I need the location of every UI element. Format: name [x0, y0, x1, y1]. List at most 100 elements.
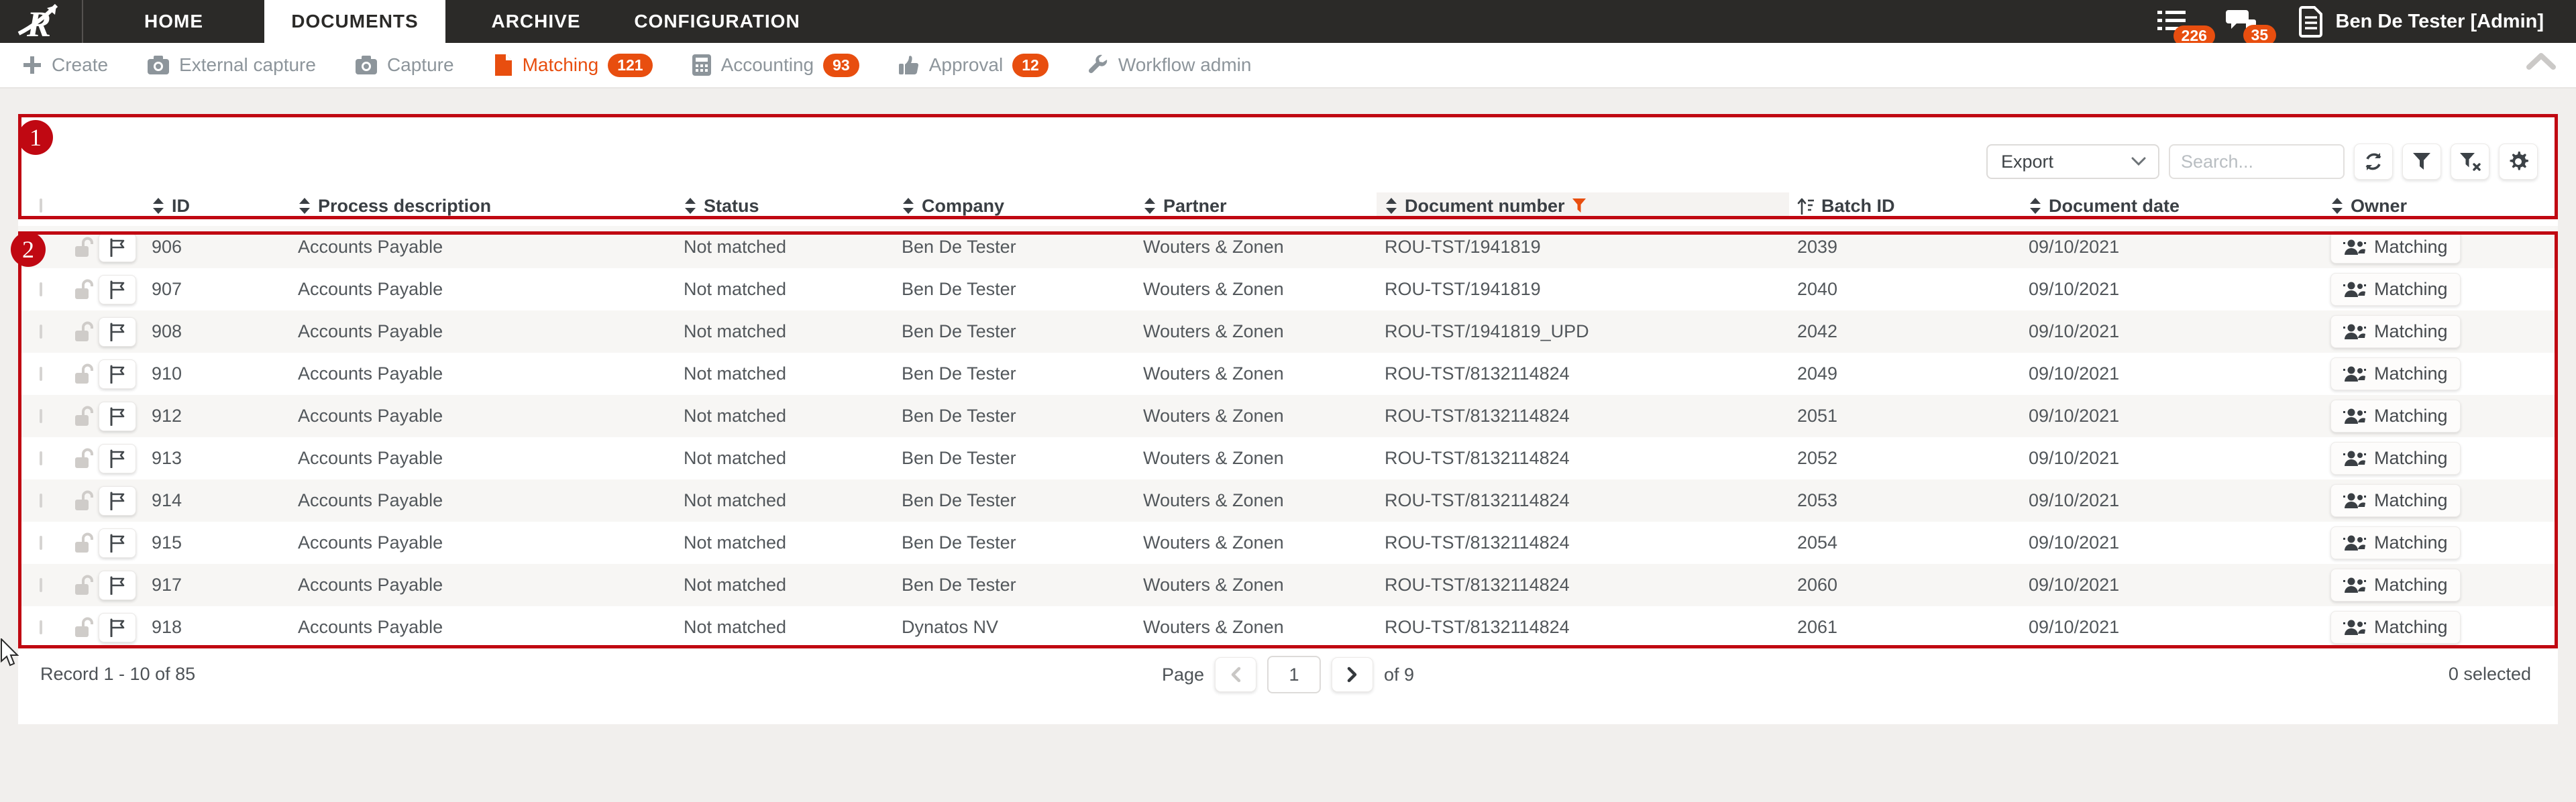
refresh-button[interactable]	[2354, 144, 2393, 180]
flag-button[interactable]	[99, 443, 136, 473]
cell-document-date: 09/10/2021	[2029, 617, 2120, 637]
nav-tab-configuration[interactable]: CONFIGURATION	[627, 0, 808, 43]
table-row[interactable]: 907 Accounts Payable Not matched Ben De Tes…	[18, 268, 2558, 310]
page-number-input[interactable]	[1267, 656, 1322, 693]
row-checkbox[interactable]	[40, 282, 42, 296]
external-capture-button[interactable]: External capture	[147, 54, 316, 76]
column-header-id[interactable]: ID	[144, 192, 290, 219]
flag-button[interactable]	[99, 485, 136, 516]
accounting-button[interactable]: Accounting 93	[692, 53, 859, 77]
flag-button[interactable]	[99, 359, 136, 389]
export-select[interactable]: Export	[1986, 144, 2159, 179]
wrench-icon	[1088, 54, 1107, 74]
row-checkbox[interactable]	[40, 577, 42, 592]
select-all-checkbox[interactable]	[40, 198, 42, 213]
tutorial-step-1-badge: 1	[18, 120, 53, 155]
table-row[interactable]: 910 Accounts Payable Not matched Ben De Tes…	[18, 353, 2558, 395]
flag-button[interactable]	[99, 612, 136, 642]
table-row[interactable]: 908 Accounts Payable Not matched Ben De Tes…	[18, 310, 2558, 353]
pagination: Page of 9	[1162, 656, 1414, 693]
search-input[interactable]	[2169, 144, 2345, 179]
table-row[interactable]: 913 Accounts Payable Not matched Ben De Tes…	[18, 437, 2558, 479]
row-checkbox[interactable]	[40, 324, 42, 339]
owner-button[interactable]: Matching	[2330, 273, 2461, 306]
table-row[interactable]: 917 Accounts Payable Not matched Ben De Tes…	[18, 564, 2558, 606]
cell-document-date: 09/10/2021	[2029, 575, 2120, 595]
create-label: Create	[52, 54, 109, 75]
flag-button[interactable]	[99, 232, 136, 262]
owner-button[interactable]: Matching	[2330, 569, 2461, 602]
flag-button[interactable]	[99, 570, 136, 600]
owner-button[interactable]: Matching	[2330, 484, 2461, 517]
users-icon	[2343, 324, 2366, 339]
filter-button[interactable]	[2402, 144, 2441, 180]
unlock-icon	[74, 490, 93, 510]
table-row[interactable]: 915 Accounts Payable Not matched Ben De Tes…	[18, 522, 2558, 564]
row-checkbox[interactable]	[40, 493, 42, 508]
nav-tab-archive[interactable]: ARCHIVE	[445, 0, 627, 43]
column-header-process-description[interactable]: Process description	[290, 192, 676, 219]
flag-icon	[110, 618, 125, 637]
create-button[interactable]: Create	[22, 54, 108, 76]
row-checkbox[interactable]	[40, 535, 42, 550]
column-header-company[interactable]: Company	[894, 192, 1135, 219]
cell-process-description: Accounts Payable	[298, 617, 443, 637]
cell-batch-id: 2052	[1797, 448, 1838, 468]
row-checkbox[interactable]	[40, 620, 42, 634]
sort-ascending-icon	[1797, 198, 1814, 215]
clear-filter-button[interactable]	[2451, 144, 2489, 180]
row-checkbox[interactable]	[40, 451, 42, 465]
table-settings-button[interactable]	[2499, 144, 2538, 180]
camera-icon	[355, 56, 377, 74]
table-row[interactable]: 912 Accounts Payable Not matched Ben De Tes…	[18, 395, 2558, 437]
matching-button[interactable]: Matching 121	[493, 53, 653, 77]
table-row[interactable]: 914 Accounts Payable Not matched Ben De Tes…	[18, 479, 2558, 522]
calculator-icon	[692, 54, 711, 76]
column-header-status[interactable]: Status	[676, 192, 894, 219]
flag-button[interactable]	[99, 317, 136, 347]
cell-id: 906	[152, 237, 182, 257]
table-row[interactable]: 918 Accounts Payable Not matched Dynatos NV…	[18, 606, 2558, 648]
user-menu[interactable]: Ben De Tester [Admin]	[2297, 5, 2544, 38]
matching-label: Matching	[522, 54, 599, 75]
export-select-value: Export	[2001, 151, 2054, 172]
column-header-batch-id[interactable]: Batch ID	[1789, 192, 2021, 219]
capture-button[interactable]: Capture	[355, 54, 454, 76]
previous-page-button[interactable]	[1215, 657, 1257, 692]
owner-button[interactable]: Matching	[2330, 400, 2461, 433]
messages-button[interactable]: 35	[2225, 7, 2277, 46]
owner-button[interactable]: Matching	[2330, 231, 2461, 264]
next-page-button[interactable]	[1332, 657, 1374, 692]
cell-id: 915	[152, 532, 182, 553]
column-label: Batch ID	[1821, 195, 1895, 216]
page-total-label: of 9	[1384, 664, 1415, 685]
owner-button[interactable]: Matching	[2330, 357, 2461, 390]
toolbar-collapse-button[interactable]	[2526, 52, 2556, 74]
column-header-owner[interactable]: Owner	[2322, 192, 2558, 219]
nav-tab-documents[interactable]: DOCUMENTS	[264, 0, 445, 43]
approval-button[interactable]: Approval 12	[898, 53, 1049, 77]
owner-button[interactable]: Matching	[2330, 611, 2461, 644]
document-toolbar: Create External capture Capture Matching…	[0, 43, 2576, 89]
workflow-admin-button[interactable]: Workflow admin	[1087, 54, 1251, 76]
cell-process-description: Accounts Payable	[298, 237, 443, 257]
row-checkbox[interactable]	[40, 366, 42, 381]
row-checkbox[interactable]	[40, 408, 42, 423]
queue-button[interactable]: 226	[2156, 8, 2215, 46]
flag-button[interactable]	[99, 274, 136, 304]
row-checkbox[interactable]	[40, 239, 42, 254]
cell-document-date: 09/10/2021	[2029, 363, 2120, 384]
owner-button[interactable]: Matching	[2330, 526, 2461, 559]
column-header-document-number[interactable]: Document number	[1377, 192, 1789, 219]
flag-button[interactable]	[99, 401, 136, 431]
owner-button[interactable]: Matching	[2330, 442, 2461, 475]
app-logo[interactable]: R	[0, 0, 83, 43]
nav-tab-home[interactable]: HOME	[83, 0, 264, 43]
owner-button[interactable]: Matching	[2330, 315, 2461, 348]
flag-button[interactable]	[99, 528, 136, 558]
table-row[interactable]: 906 Accounts Payable Not matched Ben De Tes…	[18, 226, 2558, 268]
column-header-document-date[interactable]: Document date	[2021, 192, 2322, 219]
unlock-icon	[74, 448, 93, 468]
column-header-partner[interactable]: Partner	[1135, 192, 1377, 219]
flag-icon	[110, 238, 125, 257]
